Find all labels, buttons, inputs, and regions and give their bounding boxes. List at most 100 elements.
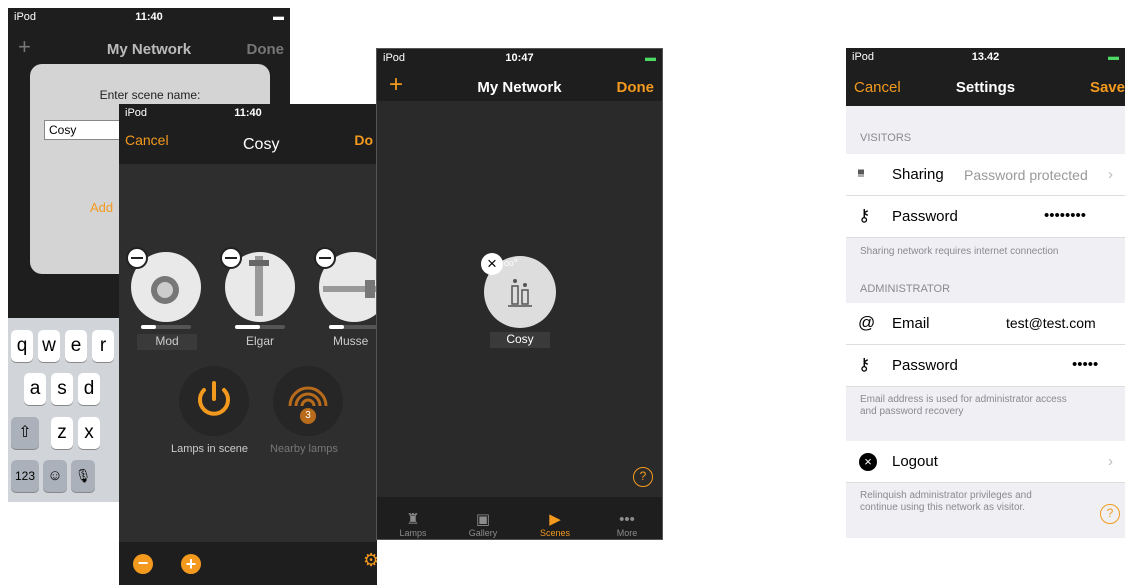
status-time: 11:40 bbox=[135, 11, 163, 23]
password-label: Password bbox=[892, 208, 958, 225]
key-r[interactable]: r bbox=[92, 330, 114, 362]
admin-footer-line-2: and password recovery bbox=[860, 406, 964, 417]
admin-footer-line-1: Email address is used for administrator … bbox=[860, 394, 1067, 405]
battery-icon: ▬ bbox=[645, 52, 656, 64]
cancel-button[interactable]: Cancel bbox=[125, 132, 169, 148]
logout-footer-line-1: Relinquish administrator privileges and bbox=[860, 490, 1032, 501]
key-e[interactable]: e bbox=[65, 330, 87, 362]
lamp-brightness-fill bbox=[141, 325, 156, 329]
administrator-header: ADMINISTRATOR bbox=[860, 283, 951, 295]
admin-password-row[interactable]: ⚷ Password ••••• bbox=[846, 345, 1125, 387]
logout-row[interactable]: × Logout › bbox=[846, 441, 1125, 483]
dialog-option-2[interactable]: Add bbox=[90, 200, 113, 215]
key-w[interactable]: w bbox=[38, 330, 60, 362]
numbers-key[interactable]: 123 bbox=[11, 460, 39, 492]
logout-footer: Relinquish administrator privileges and … bbox=[846, 490, 1125, 514]
status-time: 13.42 bbox=[971, 51, 1000, 63]
lamp-brightness-bar[interactable] bbox=[235, 325, 285, 329]
key-q[interactable]: q bbox=[11, 330, 33, 362]
remove-lamp-button[interactable] bbox=[126, 247, 148, 269]
clapperboard-icon: ▶ bbox=[549, 511, 561, 528]
increase-icon[interactable]: + bbox=[181, 554, 201, 574]
logout-label: Logout bbox=[892, 453, 938, 470]
help-icon[interactable]: ? bbox=[633, 467, 653, 487]
help-icon[interactable]: ? bbox=[1100, 504, 1120, 524]
admin-footer: Email address is used for administrator … bbox=[846, 394, 1125, 418]
nearby-lamps-button[interactable]: 3 bbox=[273, 366, 343, 436]
delete-scene-icon[interactable]: × bbox=[481, 253, 503, 275]
tab-bar: ♜ Lamps ▣ Gallery ▶ Scenes ••• More bbox=[377, 497, 662, 539]
lamps-in-scene-button[interactable] bbox=[179, 366, 249, 436]
screen-3: iPod 10:47 ▬ + My Network Done × ᵒᵒ˚ Cos… bbox=[376, 48, 663, 540]
key-a[interactable]: a bbox=[24, 373, 46, 405]
lamps-in-scene-label: Lamps in scene bbox=[171, 443, 249, 455]
bottom-toolbar: − + ⚙ bbox=[119, 542, 377, 585]
more-icon: ••• bbox=[619, 511, 635, 528]
status-bar: iPod 10:47 ▬ bbox=[377, 49, 662, 67]
save-button[interactable]: Save bbox=[1090, 79, 1125, 96]
bubbles-icon: ᵒᵒ˚ bbox=[504, 257, 519, 272]
microphone-key-icon[interactable]: 🎙 bbox=[71, 460, 95, 492]
sharing-row[interactable]: ᵎᵎᵎ Sharing Password protected › bbox=[846, 154, 1125, 196]
settings-gears-icon[interactable]: ⚙ bbox=[363, 550, 377, 571]
nav-title: Cosy bbox=[243, 136, 280, 153]
scene-label: Cosy bbox=[490, 332, 550, 348]
nearby-lamps-label: Nearby lamps bbox=[270, 443, 338, 455]
key-s[interactable]: s bbox=[51, 373, 73, 405]
tab-label: Gallery bbox=[468, 528, 498, 538]
key-d[interactable]: d bbox=[78, 373, 100, 405]
at-icon: @ bbox=[858, 313, 876, 332]
power-icon bbox=[198, 381, 230, 416]
tab-label: Scenes bbox=[539, 528, 571, 538]
lamp-brightness-bar[interactable] bbox=[141, 325, 191, 329]
lamp-brightness-fill bbox=[329, 325, 344, 329]
lamp-brightness-bar[interactable] bbox=[329, 325, 377, 329]
tab-more[interactable]: ••• More bbox=[597, 511, 657, 538]
shift-key-icon[interactable]: ⇧ bbox=[11, 417, 39, 449]
tab-gallery[interactable]: ▣ Gallery bbox=[453, 510, 513, 538]
remove-lamp-button[interactable] bbox=[220, 247, 242, 269]
close-circle-icon: × bbox=[859, 453, 877, 471]
screen-4: iPod 13.42 ▬ Cancel Settings Save VISITO… bbox=[846, 48, 1125, 538]
tab-label: More bbox=[616, 528, 638, 538]
emoji-key-icon[interactable]: ☺ bbox=[43, 460, 67, 492]
key-icon: ⚷ bbox=[858, 355, 871, 374]
key-z[interactable]: z bbox=[51, 417, 73, 449]
email-row[interactable]: @ Email test@test.com bbox=[846, 303, 1125, 345]
done-button[interactable]: Done bbox=[247, 41, 285, 58]
tab-lamps[interactable]: ♜ Lamps bbox=[383, 510, 443, 538]
nav-title: Settings bbox=[955, 79, 1016, 96]
battery-icon: ▬ bbox=[1108, 51, 1119, 63]
done-button[interactable]: Done bbox=[617, 79, 655, 96]
decrease-icon[interactable]: − bbox=[133, 554, 153, 574]
key-x[interactable]: x bbox=[78, 417, 100, 449]
gallery-icon: ▣ bbox=[475, 511, 491, 528]
status-bar: iPod 11:40 ▬ bbox=[8, 8, 290, 26]
chevron-right-icon: › bbox=[1108, 453, 1113, 470]
status-bar: iPod 11:40 bbox=[119, 104, 377, 122]
key-icon: ⚷ bbox=[858, 206, 871, 225]
nearby-count-badge: 3 bbox=[300, 408, 316, 424]
password-label: Password bbox=[892, 357, 958, 374]
visitors-footer: Sharing network requires internet connec… bbox=[860, 246, 1059, 257]
status-time: 10:47 bbox=[505, 52, 534, 64]
screen-2: iPod 11:40 Cancel Cosy Do Mod Elgar Muss… bbox=[119, 104, 377, 585]
battery-icon: ▬ bbox=[273, 11, 284, 23]
status-bar: iPod 13.42 ▬ bbox=[846, 48, 1125, 66]
lamp-icon: ♜ bbox=[406, 511, 420, 528]
visitor-password-row[interactable]: ⚷ Password •••••••• bbox=[846, 196, 1125, 238]
lamp-label: Mod bbox=[137, 334, 197, 350]
email-label: Email bbox=[892, 315, 930, 332]
status-time: 11:40 bbox=[234, 107, 262, 119]
chevron-right-icon: › bbox=[1108, 166, 1113, 183]
tab-scenes[interactable]: ▶ Scenes bbox=[525, 510, 585, 538]
signal-icon bbox=[288, 386, 328, 407]
email-value: test@test.com bbox=[1006, 315, 1096, 331]
remove-lamp-button[interactable] bbox=[314, 247, 336, 269]
people-icon: ᵎᵎᵎ bbox=[858, 165, 864, 181]
dialog-prompt: Enter scene name: bbox=[99, 88, 201, 102]
visitors-header: VISITORS bbox=[860, 132, 912, 144]
done-button[interactable]: Do bbox=[354, 132, 373, 148]
lamp-brightness-fill bbox=[235, 325, 260, 329]
password-value: •••••••• bbox=[1044, 207, 1087, 224]
